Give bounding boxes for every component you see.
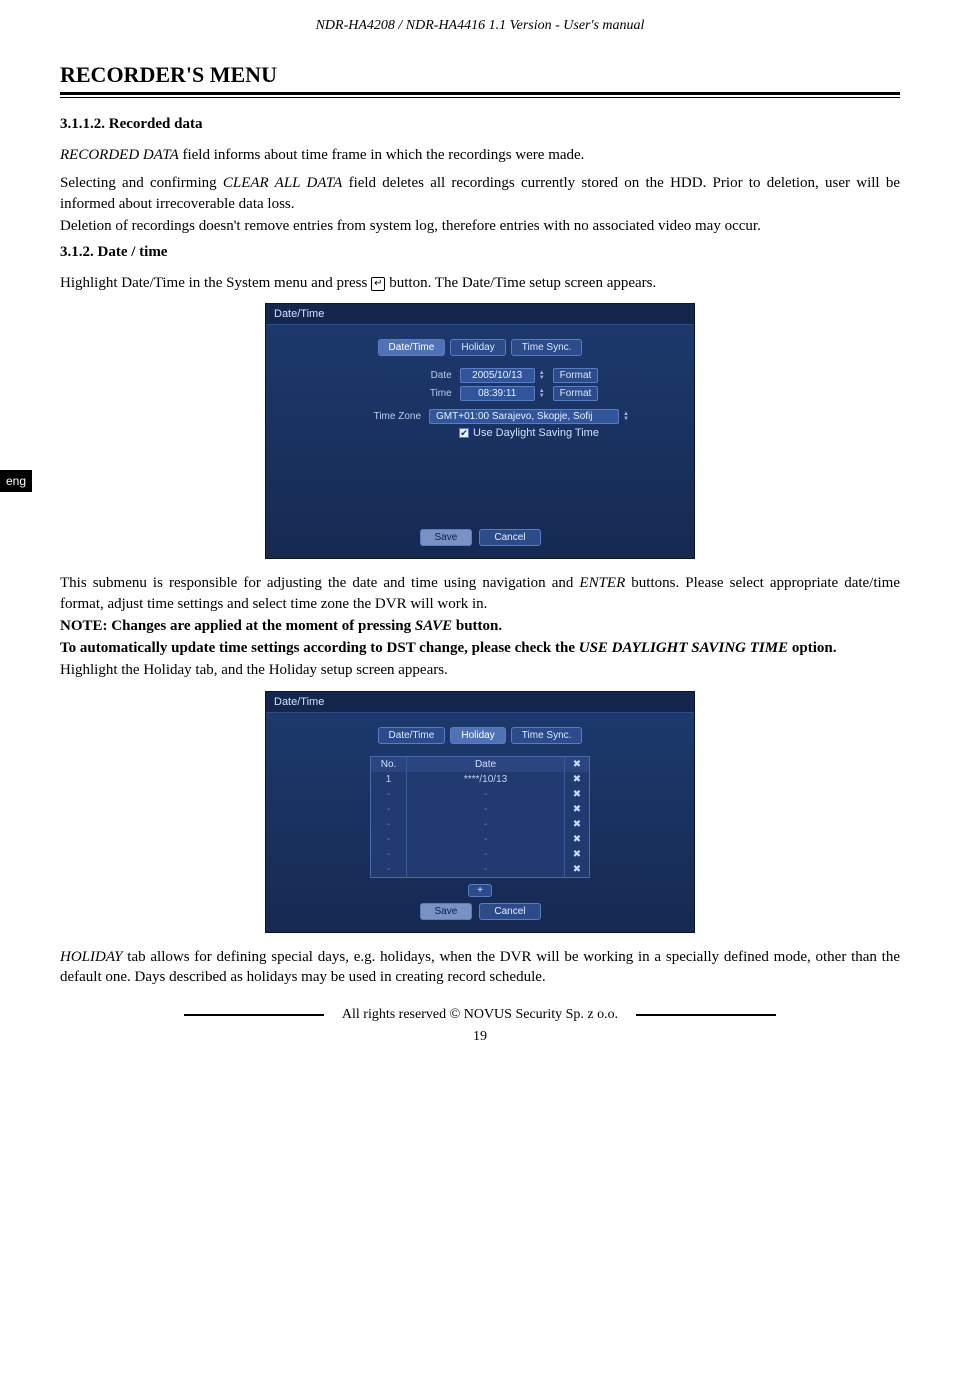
text: NOTE: Changes are applied at the moment … bbox=[60, 618, 415, 634]
table-row[interactable]: - - ✖ bbox=[371, 832, 589, 847]
holiday-screenshot: Date/Time Date/Time Holiday Time Sync. N… bbox=[265, 691, 695, 933]
cell-date[interactable]: - bbox=[407, 787, 565, 802]
para-holiday-intro: Highlight the Holiday tab, and the Holid… bbox=[60, 660, 900, 680]
use-dst-term: USE DAYLIGHT SAVING TIME bbox=[579, 640, 788, 656]
table-row[interactable]: - - ✖ bbox=[371, 847, 589, 862]
cell-no: - bbox=[371, 832, 407, 847]
tab-timesync[interactable]: Time Sync. bbox=[511, 727, 583, 744]
footer-text: All rights reserved © NOVUS Security Sp.… bbox=[342, 1007, 618, 1023]
window-title: Date/Time bbox=[266, 304, 694, 325]
section-title: RECORDER'S MENU bbox=[60, 62, 900, 88]
clear-all-data-term: CLEAR ALL DATA bbox=[223, 175, 342, 191]
text: To automatically update time settings ac… bbox=[60, 640, 579, 656]
para-recorded-data: RECORDED DATA field informs about time f… bbox=[60, 145, 900, 165]
time-label: Time bbox=[362, 388, 452, 399]
cell-date[interactable]: - bbox=[407, 802, 565, 817]
delete-icon[interactable]: ✖ bbox=[565, 787, 589, 802]
delete-icon[interactable]: ✖ bbox=[565, 847, 589, 862]
col-no: No. bbox=[371, 757, 407, 772]
delete-icon[interactable]: ✖ bbox=[565, 862, 589, 877]
recorded-data-term: RECORDED DATA bbox=[60, 147, 179, 163]
para-holiday-desc: HOLIDAY tab allows for defining special … bbox=[60, 947, 900, 988]
table-row[interactable]: - - ✖ bbox=[371, 802, 589, 817]
cell-no: - bbox=[371, 847, 407, 862]
datetime-screenshot: Date/Time Date/Time Holiday Time Sync. D… bbox=[265, 303, 695, 559]
window-title: Date/Time bbox=[266, 692, 694, 713]
date-label: Date bbox=[362, 370, 452, 381]
table-row[interactable]: 1 ****/10/13 ✖ bbox=[371, 772, 589, 787]
heading-312: 3.1.2. Date / time bbox=[60, 244, 900, 261]
cell-no: - bbox=[371, 802, 407, 817]
delete-icon[interactable]: ✖ bbox=[565, 802, 589, 817]
para-deletion-note: Deletion of recordings doesn't remove en… bbox=[60, 216, 900, 236]
table-row[interactable]: - - ✖ bbox=[371, 787, 589, 802]
save-term: SAVE bbox=[415, 618, 452, 634]
text: Highlight Date/Time in the System menu a… bbox=[60, 275, 371, 291]
time-field[interactable]: 08:39:11 bbox=[460, 386, 535, 401]
table-row[interactable]: - - ✖ bbox=[371, 862, 589, 877]
delete-icon[interactable]: ✖ bbox=[565, 772, 589, 787]
text: tab allows for defining special days, e.… bbox=[60, 949, 900, 985]
delete-icon[interactable]: ✖ bbox=[565, 817, 589, 832]
save-button[interactable]: Save bbox=[420, 529, 473, 546]
delete-icon[interactable]: ✖ bbox=[565, 832, 589, 847]
page-number: 19 bbox=[60, 1029, 900, 1045]
cell-no: 1 bbox=[371, 772, 407, 787]
timezone-label: Time Zone bbox=[331, 411, 421, 422]
holiday-term: HOLIDAY bbox=[60, 949, 123, 965]
tab-timesync[interactable]: Time Sync. bbox=[511, 339, 583, 356]
tab-holiday[interactable]: Holiday bbox=[450, 339, 505, 356]
col-delete: ✖ bbox=[565, 757, 589, 772]
cancel-button[interactable]: Cancel bbox=[479, 903, 540, 920]
para-clear-all: Selecting and confirming CLEAR ALL DATA … bbox=[60, 173, 900, 214]
dst-checkbox[interactable]: ✔Use Daylight Saving Time bbox=[459, 427, 599, 439]
col-date: Date bbox=[407, 757, 565, 772]
tab-datetime[interactable]: Date/Time bbox=[378, 339, 446, 356]
cancel-button[interactable]: Cancel bbox=[479, 529, 540, 546]
para-submenu: This submenu is responsible for adjustin… bbox=[60, 573, 900, 614]
doc-header: NDR-HA4208 / NDR-HA4416 1.1 Version - Us… bbox=[60, 18, 900, 34]
text: button. bbox=[452, 618, 502, 634]
date-field[interactable]: 2005/10/13 bbox=[460, 368, 535, 383]
tab-datetime[interactable]: Date/Time bbox=[378, 727, 446, 744]
title-rule bbox=[60, 92, 900, 98]
holiday-table: No. Date ✖ 1 ****/10/13 ✖ - - ✖ - - bbox=[370, 756, 590, 878]
text: field informs about time frame in which … bbox=[179, 147, 585, 163]
add-button[interactable]: + bbox=[468, 884, 492, 897]
cell-date[interactable]: - bbox=[407, 832, 565, 847]
footer-rule: All rights reserved © NOVUS Security Sp.… bbox=[60, 1007, 900, 1023]
cell-no: - bbox=[371, 862, 407, 877]
language-tab: eng bbox=[0, 470, 32, 492]
para-note: NOTE: Changes are applied at the moment … bbox=[60, 616, 900, 636]
spinner-icon[interactable]: ▲▼ bbox=[539, 371, 545, 381]
save-button[interactable]: Save bbox=[420, 903, 473, 920]
format-button[interactable]: Format bbox=[553, 386, 599, 401]
cell-no: - bbox=[371, 817, 407, 832]
cell-no: - bbox=[371, 787, 407, 802]
cell-date[interactable]: - bbox=[407, 847, 565, 862]
text: button. The Date/Time setup screen appea… bbox=[385, 275, 656, 291]
enter-icon: ↵ bbox=[371, 277, 385, 291]
text: option. bbox=[788, 640, 836, 656]
para-highlight-datetime: Highlight Date/Time in the System menu a… bbox=[60, 273, 900, 293]
cell-date[interactable]: ****/10/13 bbox=[407, 772, 565, 787]
para-dst: To automatically update time settings ac… bbox=[60, 638, 900, 658]
format-button[interactable]: Format bbox=[553, 368, 599, 383]
cell-date[interactable]: - bbox=[407, 862, 565, 877]
heading-3112: 3.1.1.2. Recorded data bbox=[60, 116, 900, 133]
table-header: No. Date ✖ bbox=[371, 757, 589, 772]
enter-term: ENTER bbox=[579, 575, 625, 591]
text: Selecting and confirming bbox=[60, 175, 223, 191]
table-row[interactable]: - - ✖ bbox=[371, 817, 589, 832]
dst-label: Use Daylight Saving Time bbox=[473, 427, 599, 439]
cell-date[interactable]: - bbox=[407, 817, 565, 832]
tab-holiday[interactable]: Holiday bbox=[450, 727, 505, 744]
timezone-field[interactable]: GMT+01:00 Sarajevo, Skopje, Sofij bbox=[429, 409, 619, 424]
text: This submenu is responsible for adjustin… bbox=[60, 575, 579, 591]
spinner-icon[interactable]: ▲▼ bbox=[623, 412, 629, 422]
spinner-icon[interactable]: ▲▼ bbox=[539, 389, 545, 399]
